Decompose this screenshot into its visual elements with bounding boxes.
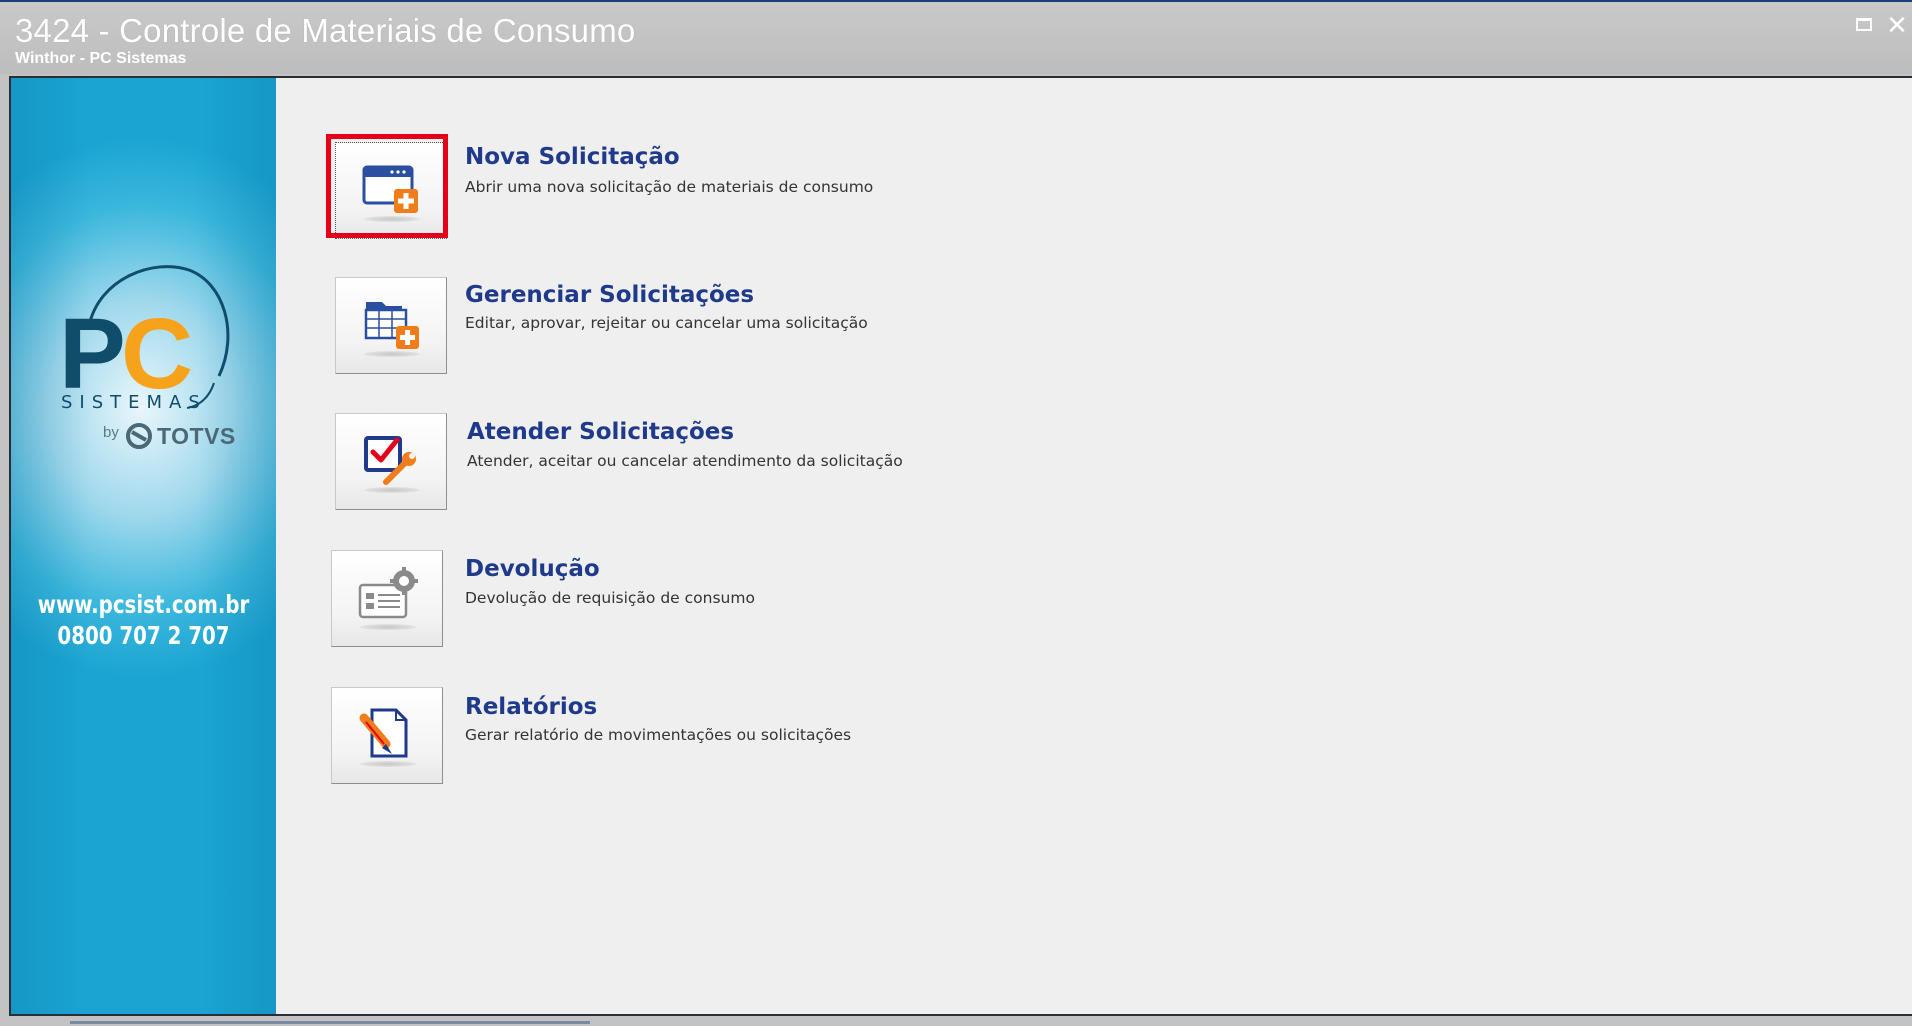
maximize-button[interactable] xyxy=(1852,14,1876,36)
logo-word: SISTEMAS xyxy=(61,392,207,413)
phone-text: 0800 707 2 707 xyxy=(57,621,230,650)
window-title: 3424 - Controle de Materiais de Consumo xyxy=(15,12,636,49)
gerenciar-solicitacoes-description: Editar, aprovar, rejeitar ou cancelar um… xyxy=(465,314,868,332)
logo-brand-text: TOTVS xyxy=(157,423,236,449)
gerenciar-solicitacoes-button[interactable] xyxy=(335,277,447,374)
logo-by-text: by xyxy=(103,424,119,441)
atender-solicitacoes-button[interactable] xyxy=(335,413,447,510)
nova-solicitacao-button[interactable] xyxy=(335,142,447,239)
website-text: www.pcsist.com.br xyxy=(37,590,250,619)
fulfill-requests-icon xyxy=(364,436,416,485)
relatorios-description: Gerar relatório de movimentações ou soli… xyxy=(465,726,852,744)
relatorios-button[interactable] xyxy=(331,687,443,784)
manage-requests-icon xyxy=(364,302,419,349)
window-subtitle: Winthor - PC Sistemas xyxy=(15,50,187,67)
devolucao-description: Devolução de requisição de consumo xyxy=(465,589,755,607)
application-window: 3424 - Controle de Materiais de Consumo … xyxy=(0,0,1912,1026)
devolucao-title[interactable]: Devolução xyxy=(465,556,600,582)
tile-shadow xyxy=(360,761,416,767)
main-panel: P C SISTEMAS by TOTVS www.pcsist.com.br … xyxy=(9,76,1912,1016)
relatorios-title[interactable]: Relatórios xyxy=(465,694,597,720)
nova-solicitacao-title[interactable]: Nova Solicitação xyxy=(465,144,680,170)
brand-sidebar: P C SISTEMAS by TOTVS www.pcsist.com.br … xyxy=(11,78,276,1014)
atender-solicitacoes-title[interactable]: Atender Solicitações xyxy=(467,419,734,445)
devolucao-button[interactable] xyxy=(331,550,443,647)
totvs-icon xyxy=(126,423,152,449)
nova-solicitacao-description: Abrir uma nova solicitação de materiais … xyxy=(465,178,874,196)
close-button[interactable]: ✕ xyxy=(1885,12,1909,38)
maximize-icon xyxy=(1856,18,1872,31)
tile-shadow xyxy=(360,624,416,630)
taskbar-strip xyxy=(70,1021,590,1024)
title-bar: 3424 - Controle de Materiais de Consumo … xyxy=(0,2,1912,74)
gerenciar-solicitacoes-title[interactable]: Gerenciar Solicitações xyxy=(465,282,754,308)
reports-icon xyxy=(359,708,408,758)
tile-shadow xyxy=(364,487,420,493)
return-icon xyxy=(358,567,418,619)
tile-shadow xyxy=(364,351,420,357)
atender-solicitacoes-description: Atender, aceitar ou cancelar atendimento… xyxy=(467,452,903,470)
new-request-icon xyxy=(362,165,418,213)
close-icon: ✕ xyxy=(1886,10,1908,40)
pc-sistemas-logo: P C xyxy=(59,265,230,410)
tile-shadow xyxy=(364,216,420,222)
